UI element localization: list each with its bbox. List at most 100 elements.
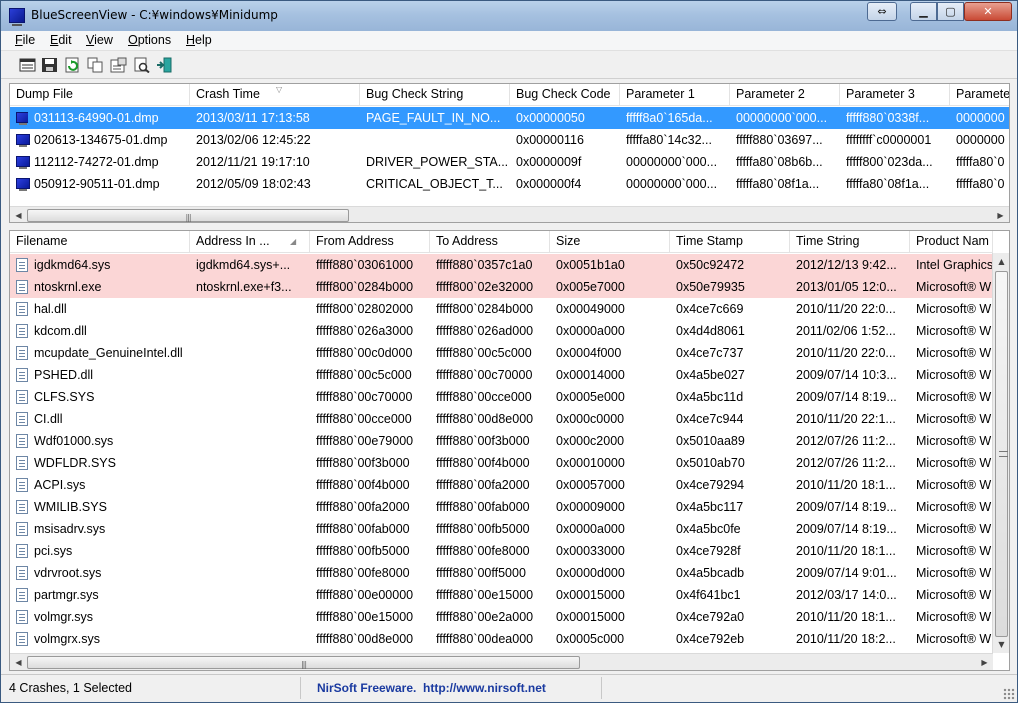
driver-row[interactable]: volmgrx.sys fffff880`00d8e000 fffff880`00d… bbox=[10, 628, 993, 650]
driver-row[interactable]: CLFS.SYS fffff880`00c70000 fffff880`00cce0… bbox=[10, 386, 993, 408]
crash-cell: 2012/11/21 19:17:10 bbox=[196, 155, 310, 169]
driver-cell: kdcom.dll bbox=[34, 324, 87, 338]
minimize-button[interactable]: ▁ bbox=[910, 2, 937, 21]
crash-row[interactable]: 031113-64990-01.dmp 2013/03/11 17:13:58 PA… bbox=[10, 107, 1009, 129]
scroll-left-icon[interactable]: ◀ bbox=[10, 207, 27, 222]
driver-row[interactable]: ntoskrnl.exe ntoskrnl.exe+f3... fffff800`0… bbox=[10, 276, 993, 298]
maximize-button[interactable]: ▢ bbox=[937, 2, 964, 21]
driver-row[interactable]: ACPI.sys fffff880`00f4b000 fffff880`00fa20… bbox=[10, 474, 993, 496]
column-header[interactable]: Bug Check String bbox=[360, 84, 510, 106]
column-header[interactable]: Crash Time bbox=[190, 84, 360, 106]
driver-cell: 0x005e7000 bbox=[556, 280, 625, 294]
menu-view[interactable]: View bbox=[86, 33, 113, 47]
column-header[interactable]: Size bbox=[550, 231, 670, 253]
extra-window-button[interactable]: ⇔ bbox=[867, 2, 897, 21]
nirsoft-link[interactable]: NirSoft Freeware. http://www.nirsoft.net bbox=[317, 677, 546, 699]
crash-cell: 050912-90511-01.dmp bbox=[34, 177, 160, 191]
driver-file-icon bbox=[16, 434, 28, 448]
driver-cell bbox=[190, 606, 310, 628]
driver-cell: 2010/11/20 18:1... bbox=[796, 478, 896, 492]
driver-row[interactable]: volmgr.sys fffff880`00e15000 fffff880`00e2… bbox=[10, 606, 993, 628]
driver-cell bbox=[190, 364, 310, 386]
driver-cell: fffff880`00fb5000 bbox=[316, 544, 410, 558]
scroll-left-icon[interactable]: ◀ bbox=[10, 654, 27, 670]
column-header[interactable]: Time String bbox=[790, 231, 910, 253]
crash-list-hscrollbar[interactable]: ◀ ||| ▶ bbox=[10, 206, 1009, 222]
crash-row[interactable]: 020613-134675-01.dmp 2013/02/06 12:45:22 0… bbox=[10, 129, 1009, 151]
vscroll-thumb[interactable] bbox=[995, 271, 1008, 637]
crash-row[interactable]: 050912-90511-01.dmp 2012/05/09 18:02:43 CR… bbox=[10, 173, 1009, 195]
menu-label-rest: elp bbox=[195, 33, 212, 47]
driver-cell bbox=[190, 496, 310, 518]
driver-row[interactable]: Wdf01000.sys fffff880`00e79000 fffff880`00… bbox=[10, 430, 993, 452]
crash-cell: 020613-134675-01.dmp bbox=[34, 133, 168, 147]
driver-row[interactable]: partmgr.sys fffff880`00e00000 fffff880`00e… bbox=[10, 584, 993, 606]
driver-cell: 2009/07/14 10:3... bbox=[796, 368, 897, 382]
scroll-thumb[interactable]: ||| bbox=[27, 656, 580, 669]
window-title: BlueScreenView - C:¥windows¥Minidump bbox=[31, 8, 278, 22]
driver-cell: Microsoft® W bbox=[916, 324, 992, 338]
title-bar[interactable]: BlueScreenView - C:¥windows¥Minidump ⇔ ▁… bbox=[1, 1, 1017, 31]
exit-icon[interactable] bbox=[156, 57, 173, 73]
menu-mnemonic: F bbox=[15, 33, 23, 47]
crash-cell: fffffa80`14c32... bbox=[626, 133, 712, 147]
scroll-thumb[interactable]: ||| bbox=[27, 209, 349, 222]
driver-file-icon bbox=[16, 412, 28, 426]
driver-cell: 0x0000d000 bbox=[556, 566, 625, 580]
menu-file[interactable]: File bbox=[15, 33, 35, 47]
copy-icon[interactable] bbox=[87, 57, 104, 73]
close-button[interactable]: ✕ bbox=[964, 2, 1012, 21]
column-header[interactable]: From Address bbox=[310, 231, 430, 253]
driver-cell: 2010/11/20 18:1... bbox=[796, 544, 896, 558]
column-header[interactable]: Parameter 2 bbox=[730, 84, 840, 106]
scroll-down-icon[interactable]: ▼ bbox=[993, 636, 1009, 653]
driver-row[interactable]: msisadrv.sys fffff880`00fab000 fffff880`00… bbox=[10, 518, 993, 540]
column-header[interactable]: Dump File bbox=[10, 84, 190, 106]
save-icon[interactable] bbox=[41, 57, 58, 73]
driver-row[interactable]: PSHED.dll fffff880`00c5c000 fffff880`00c70… bbox=[10, 364, 993, 386]
crash-row[interactable]: 112112-74272-01.dmp 2012/11/21 19:17:10 DR… bbox=[10, 151, 1009, 173]
driver-row[interactable]: CI.dll fffff880`00cce000 fffff880`00d8e000… bbox=[10, 408, 993, 430]
driver-row[interactable]: WDFLDR.SYS fffff880`00f3b000 fffff880`00f4… bbox=[10, 452, 993, 474]
driver-row[interactable]: WMILIB.SYS fffff880`00fa2000 fffff880`00fa… bbox=[10, 496, 993, 518]
driver-cell: 0x00057000 bbox=[556, 478, 625, 492]
driver-cell: 2009/07/14 9:01... bbox=[796, 566, 897, 580]
html-report-icon[interactable] bbox=[19, 57, 36, 73]
driver-cell: 0x4a5bcadb bbox=[676, 566, 745, 580]
find-icon[interactable] bbox=[133, 57, 150, 73]
driver-row[interactable]: igdkmd64.sys igdkmd64.sys+... fffff880`030… bbox=[10, 254, 993, 276]
driver-row[interactable]: kdcom.dll fffff880`026a3000 fffff880`026ad… bbox=[10, 320, 993, 342]
column-header[interactable]: Parameter 3 bbox=[840, 84, 950, 106]
scroll-right-icon[interactable]: ▶ bbox=[976, 654, 993, 670]
driver-list-vscrollbar[interactable]: ▲ ▼ bbox=[992, 253, 1009, 653]
driver-row[interactable]: pci.sys fffff880`00fb5000 fffff880`00fe800… bbox=[10, 540, 993, 562]
crash-list[interactable]: Dump File Crash Time ▽ Bug Check String Bug … bbox=[9, 83, 1010, 223]
scroll-up-icon[interactable]: ▲ bbox=[993, 253, 1009, 270]
properties-icon[interactable] bbox=[110, 57, 127, 73]
driver-cell: 0x00014000 bbox=[556, 368, 625, 382]
driver-row[interactable]: hal.dll fffff800`02802000 fffff800`0284b00… bbox=[10, 298, 993, 320]
driver-file-icon bbox=[16, 368, 28, 382]
scroll-right-icon[interactable]: ▶ bbox=[992, 207, 1009, 222]
refresh-icon[interactable] bbox=[64, 57, 81, 73]
column-header[interactable]: Time Stamp bbox=[670, 231, 790, 253]
menu-options[interactable]: Options bbox=[128, 33, 171, 47]
column-header[interactable]: Product Nam bbox=[910, 231, 993, 253]
menu-edit[interactable]: Edit bbox=[50, 33, 72, 47]
driver-cell: 0x4f641bc1 bbox=[676, 588, 741, 602]
driver-cell: Microsoft® W bbox=[916, 368, 992, 382]
crash-cell: 2012/05/09 18:02:43 bbox=[196, 177, 311, 191]
column-header[interactable]: Paramete bbox=[950, 84, 1009, 106]
column-header[interactable]: Filename bbox=[10, 231, 190, 253]
driver-cell: 0x5010aa89 bbox=[676, 434, 745, 448]
driver-row[interactable]: mcupdate_GenuineIntel.dll fffff880`00c0d0… bbox=[10, 342, 993, 364]
column-header[interactable]: Parameter 1 bbox=[620, 84, 730, 106]
column-header[interactable]: Bug Check Code bbox=[510, 84, 620, 106]
menu-help[interactable]: Help bbox=[186, 33, 212, 47]
driver-list[interactable]: Filename Address In ... ◢ From Address To Ad… bbox=[9, 230, 1010, 671]
column-header[interactable]: To Address bbox=[430, 231, 550, 253]
driver-list-hscrollbar[interactable]: ◀ ||| ▶ bbox=[10, 653, 993, 670]
resize-grip-icon[interactable] bbox=[1003, 688, 1015, 700]
driver-cell: 0x00010000 bbox=[556, 456, 625, 470]
driver-row[interactable]: vdrvroot.sys fffff880`00fe8000 fffff880`00… bbox=[10, 562, 993, 584]
